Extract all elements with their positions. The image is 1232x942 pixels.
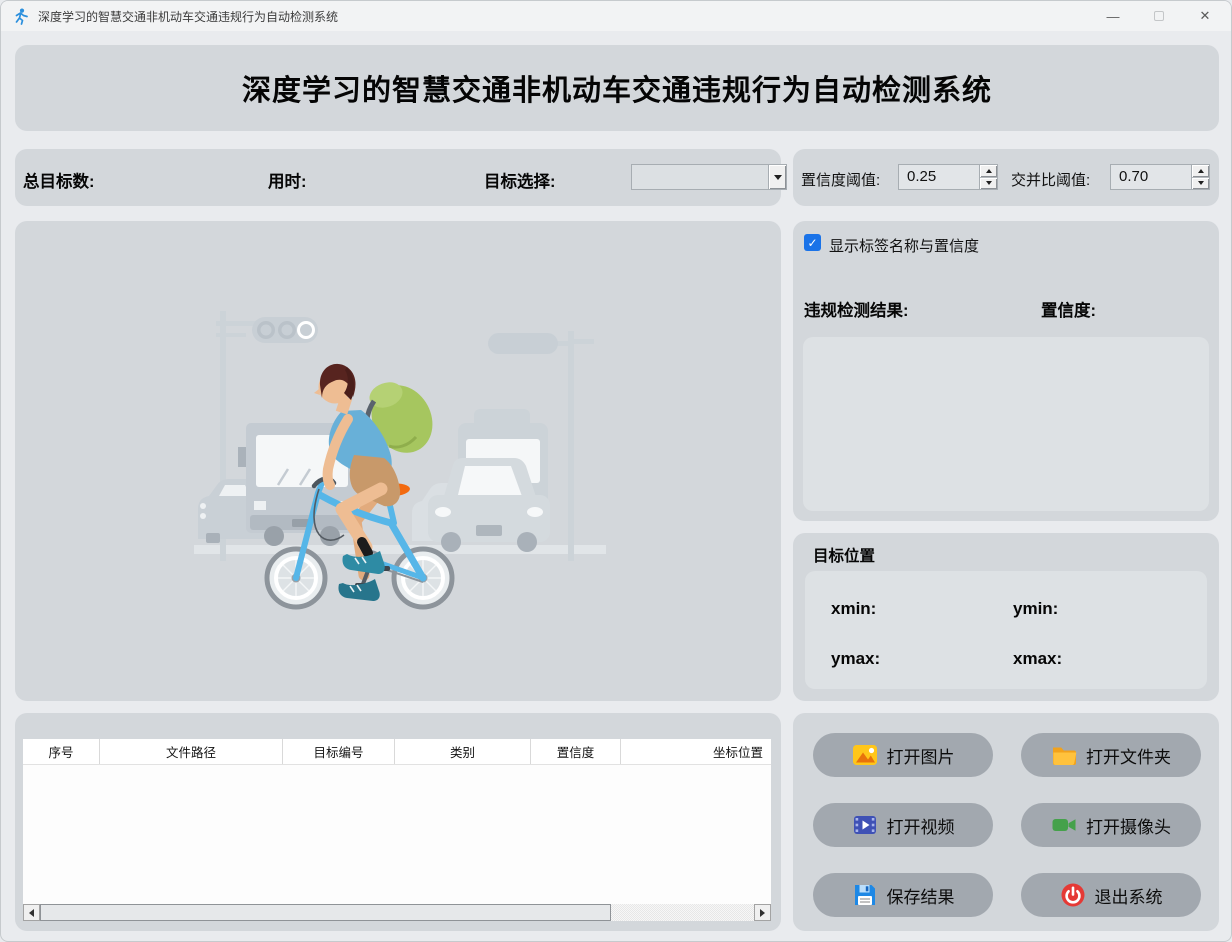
scroll-right-icon [760, 908, 765, 917]
power-icon [1060, 882, 1086, 908]
info-bar: 总目标数: 用时: 目标选择: [15, 149, 787, 206]
target-position-title: 目标位置 [813, 548, 876, 565]
spin-down-button[interactable] [980, 176, 997, 189]
xmax-label: xmax: [1013, 649, 1063, 668]
column-header-confidence[interactable]: 置信度 [531, 739, 621, 764]
chevron-down-icon [773, 174, 782, 180]
violation-results-box [803, 337, 1209, 511]
scrollbar-thumb[interactable] [40, 904, 612, 921]
violation-results-text [803, 337, 1209, 357]
window-title: 深度学习的智慧交通非机动车交通违规行为自动检测系统 [38, 9, 339, 24]
show-labels-checkbox-label[interactable]: 显示标签名称与置信度 [829, 235, 979, 256]
scrollbar-track[interactable] [40, 904, 754, 921]
table-body [23, 765, 771, 887]
ymin-label: ymin: [1013, 599, 1059, 618]
spin-down-button[interactable] [1192, 176, 1209, 189]
exit-system-button[interactable]: 退出系统 [1021, 873, 1201, 917]
scroll-left-button[interactable] [23, 904, 40, 921]
button-label: 打开文件夹 [1086, 747, 1171, 767]
confidence-label: 置信度: [1041, 302, 1096, 320]
maximize-button[interactable] [1136, 1, 1182, 31]
column-header-filepath[interactable]: 文件路径 [100, 739, 283, 764]
video-icon [852, 812, 878, 838]
open-video-button[interactable]: 打开视频 [813, 803, 993, 847]
open-folder-button[interactable]: 打开文件夹 [1021, 733, 1201, 777]
violation-result-label: 违规检测结果: [804, 302, 909, 320]
open-image-button[interactable]: 打开图片 [813, 733, 993, 777]
button-label: 保存结果 [886, 887, 955, 907]
scroll-right-button[interactable] [754, 904, 771, 921]
ymax-label: ymax: [831, 649, 881, 668]
check-icon: ✓ [807, 235, 818, 250]
open-camera-button[interactable]: 打开摄像头 [1021, 803, 1201, 847]
iou-threshold-spinbox[interactable]: 0.70 [1110, 164, 1210, 190]
app-window: 深度学习的智慧交通非机动车交通违规行为自动检测系统 — ✕ 深度学习的智慧交通非… [0, 0, 1232, 942]
page-title: 深度学习的智慧交通非机动车交通违规行为自动检测系统 [241, 75, 992, 107]
confidence-spin-buttons [979, 165, 997, 189]
column-header-coordinates[interactable]: 坐标位置 [621, 739, 771, 764]
spin-down-icon [1197, 181, 1204, 186]
iou-threshold-label: 交并比阈值: [1011, 172, 1091, 189]
column-header-category[interactable]: 类别 [395, 739, 531, 764]
camera-icon [1051, 812, 1077, 838]
column-header-index[interactable]: 序号 [23, 739, 100, 764]
horizontal-scrollbar[interactable] [23, 904, 771, 921]
spin-up-icon [985, 168, 992, 173]
confidence-threshold-spinbox[interactable]: 0.25 [898, 164, 998, 190]
results-table-panel: 序号 文件路径 目标编号 类别 置信度 坐标位置 [15, 713, 781, 931]
button-label: 退出系统 [1094, 887, 1163, 907]
spin-down-icon [985, 181, 992, 186]
iou-threshold-value: 0.70 [1119, 168, 1149, 185]
iou-spin-buttons [1191, 165, 1209, 189]
target-select-label: 目标选择: [484, 173, 556, 191]
action-buttons-panel: 打开图片 打开文件夹 打开视频 打开摄像头 保存结果 退出系统 [793, 713, 1219, 931]
spin-up-button[interactable] [1192, 165, 1209, 177]
total-targets-label: 总目标数: [23, 173, 95, 191]
button-label: 打开视频 [886, 817, 955, 837]
combobox-dropdown-button[interactable] [768, 165, 786, 189]
spin-up-icon [1197, 168, 1204, 173]
image-icon [852, 742, 878, 768]
results-table: 序号 文件路径 目标编号 类别 置信度 坐标位置 [23, 739, 771, 921]
folder-icon [1051, 742, 1077, 768]
maximize-icon [1154, 11, 1164, 21]
minimize-button[interactable]: — [1090, 1, 1136, 31]
confidence-threshold-label: 置信度阈值: [801, 172, 881, 189]
placeholder-illustration [194, 311, 606, 610]
scroll-left-icon [29, 908, 34, 917]
spin-up-button[interactable] [980, 165, 997, 177]
target-select-combobox[interactable] [631, 164, 787, 190]
target-select-value [632, 165, 768, 189]
image-display-panel [15, 221, 781, 701]
table-header-row: 序号 文件路径 目标编号 类别 置信度 坐标位置 [23, 739, 771, 765]
save-results-button[interactable]: 保存结果 [813, 873, 993, 917]
button-label: 打开图片 [886, 747, 955, 767]
save-icon [852, 882, 878, 908]
coordinates-box: xmin: ymin: ymax: xmax: [805, 571, 1207, 689]
elapsed-time-label: 用时: [268, 173, 307, 191]
threshold-bar: 置信度阈值: 0.25 交并比阈值: 0.70 [793, 149, 1219, 206]
button-label: 打开摄像头 [1086, 817, 1171, 837]
detection-panel: ✓ 显示标签名称与置信度 违规检测结果: 置信度: [793, 221, 1219, 521]
window-controls: — ✕ [1090, 1, 1228, 31]
header-panel: 深度学习的智慧交通非机动车交通违规行为自动检测系统 [15, 45, 1219, 131]
confidence-threshold-value: 0.25 [907, 168, 937, 185]
show-labels-checkbox[interactable]: ✓ [804, 234, 821, 251]
target-position-panel: 目标位置 xmin: ymin: ymax: xmax: [793, 533, 1219, 701]
app-icon [12, 7, 30, 25]
close-button[interactable]: ✕ [1182, 1, 1228, 31]
column-header-target-id[interactable]: 目标编号 [283, 739, 395, 764]
xmin-label: xmin: [831, 599, 877, 618]
titlebar: 深度学习的智慧交通非机动车交通违规行为自动检测系统 — ✕ [1, 1, 1231, 31]
